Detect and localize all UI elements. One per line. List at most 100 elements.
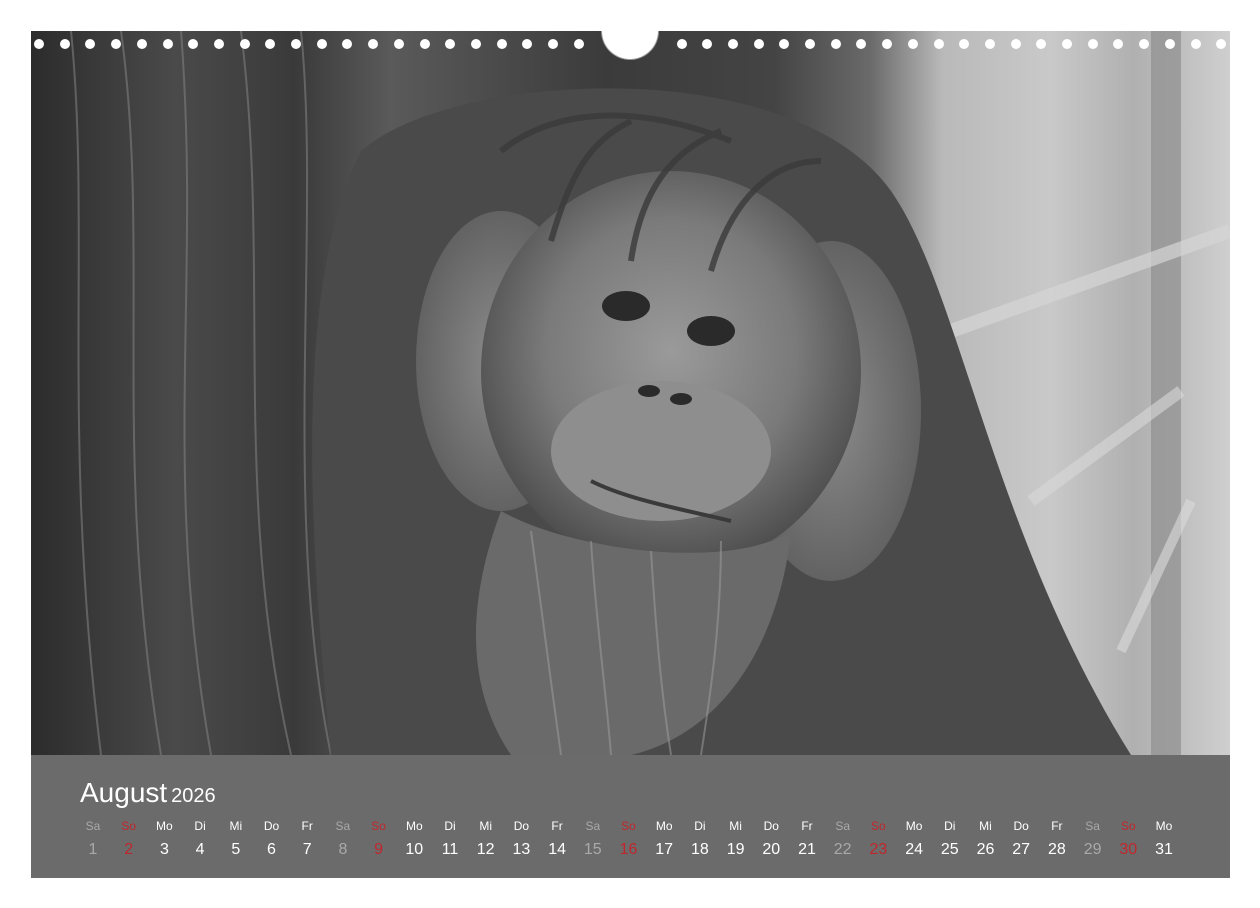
binding-hole — [59, 39, 70, 49]
binding-hole — [907, 39, 918, 49]
binding-hole — [1139, 39, 1150, 49]
binding-hole — [702, 39, 713, 49]
weekday-label: Di — [194, 819, 206, 833]
weekday-label: Sa — [585, 819, 601, 833]
binding-hole — [496, 39, 507, 49]
calendar-bar: August 2026 Sa 1 So 2 Mo 3 Di 4 Mi 5 Do 6 Fr 7 Sa 8 So 9 Mo… — [31, 755, 1230, 878]
weekday-label: Mo — [1155, 819, 1173, 833]
binding-hole — [291, 39, 301, 49]
year-label: 2026 — [171, 785, 216, 807]
day-number: 30 — [1119, 841, 1138, 858]
binding-hole — [573, 39, 584, 49]
binding-hole — [1036, 39, 1047, 49]
binding-hole — [1216, 39, 1227, 49]
day-number: 13 — [512, 841, 531, 858]
day-number: 12 — [476, 841, 495, 858]
weekday-label: Mi — [729, 819, 742, 833]
day-number: 8 — [338, 841, 348, 858]
weekday-label: So — [621, 819, 636, 833]
binding-hole — [111, 39, 122, 49]
binding-hole — [188, 39, 199, 49]
binding-hole — [984, 39, 995, 49]
day-number: 18 — [690, 841, 709, 858]
binding-hole — [85, 39, 96, 49]
binding-hole — [830, 39, 841, 49]
binding-hole — [856, 39, 867, 49]
weekday-label: So — [871, 819, 886, 833]
day-number: 17 — [655, 841, 674, 858]
weekday-label: Do — [1013, 819, 1029, 833]
day-number: 14 — [548, 841, 566, 858]
calendar-page: August 2026 Sa 1 So 2 Mo 3 Di 4 Mi 5 Do 6 Fr 7 Sa 8 So 9 Mo… — [0, 0, 1260, 908]
photo-illustration — [70, 31, 1230, 755]
orangutan-photo — [31, 31, 1230, 755]
weekday-label: Sa — [335, 819, 351, 833]
day-number: 27 — [1012, 841, 1031, 858]
binding-hole — [34, 39, 44, 49]
binding-hole — [162, 39, 173, 49]
weekday-label: Fr — [1051, 819, 1063, 833]
day-number: 20 — [762, 841, 781, 858]
binding-hole — [1190, 39, 1201, 49]
binding-hole — [265, 39, 276, 49]
binding-hole — [805, 39, 815, 49]
weekday-label: Di — [694, 819, 706, 833]
weekday-label: Di — [944, 819, 956, 833]
weekday-label: Sa — [85, 819, 101, 833]
day-number: 10 — [405, 841, 424, 858]
binding-hole — [1113, 39, 1124, 49]
day-number: 28 — [1047, 841, 1066, 858]
day-number: 21 — [798, 841, 816, 858]
day-number: 22 — [833, 841, 852, 858]
day-number: 1 — [88, 841, 98, 858]
binding-hole — [342, 39, 353, 49]
binding-hole — [959, 39, 970, 49]
day-number: 29 — [1083, 841, 1102, 858]
day-number: 2 — [124, 841, 134, 858]
binding-hole — [445, 39, 456, 49]
weekday-label: So — [371, 819, 386, 833]
weekday-label: Sa — [1085, 819, 1100, 833]
binding-hole — [1062, 39, 1072, 49]
day-number: 4 — [195, 841, 205, 858]
binding-hole — [753, 39, 764, 49]
weekday-label: Di — [444, 819, 456, 833]
weekday-label: Do — [763, 819, 779, 833]
weekday-label: Sa — [835, 819, 851, 833]
binding-hole — [239, 39, 250, 49]
day-number: 11 — [441, 841, 459, 858]
binding-hole — [522, 39, 533, 49]
day-number: 26 — [976, 841, 995, 858]
binding-hole — [779, 39, 790, 49]
binding-hole — [213, 39, 224, 49]
weekday-label: Mi — [979, 819, 992, 833]
weekday-label: Fr — [551, 819, 563, 833]
weekday-label: Mi — [229, 819, 243, 833]
day-number: 24 — [905, 841, 923, 858]
weekday-label: Do — [263, 819, 280, 833]
weekday-label: So — [121, 819, 137, 833]
binding-hole — [882, 39, 893, 49]
binding-hole — [316, 39, 327, 49]
binding-hole — [1164, 39, 1175, 49]
binding-hole — [419, 39, 430, 49]
binding-hole — [933, 39, 944, 49]
weekday-label: Mo — [405, 819, 423, 833]
day-number: 19 — [726, 841, 745, 858]
day-number: 7 — [302, 841, 312, 858]
binding-hole — [727, 39, 738, 49]
day-number: 15 — [583, 841, 602, 858]
day-number: 6 — [267, 841, 276, 858]
day-number: 3 — [159, 841, 169, 858]
binding-hole — [470, 39, 481, 49]
binding-hole — [393, 39, 404, 49]
binding-hole — [1087, 39, 1098, 49]
weekday-label: Do — [513, 819, 530, 833]
day-number: 31 — [1155, 841, 1173, 858]
day-number: 23 — [869, 841, 888, 858]
day-number: 25 — [940, 841, 959, 858]
binding-hole — [676, 39, 687, 49]
binding-hole — [136, 39, 147, 49]
weekday-label: Fr — [801, 819, 813, 833]
binding-hole — [548, 39, 558, 49]
